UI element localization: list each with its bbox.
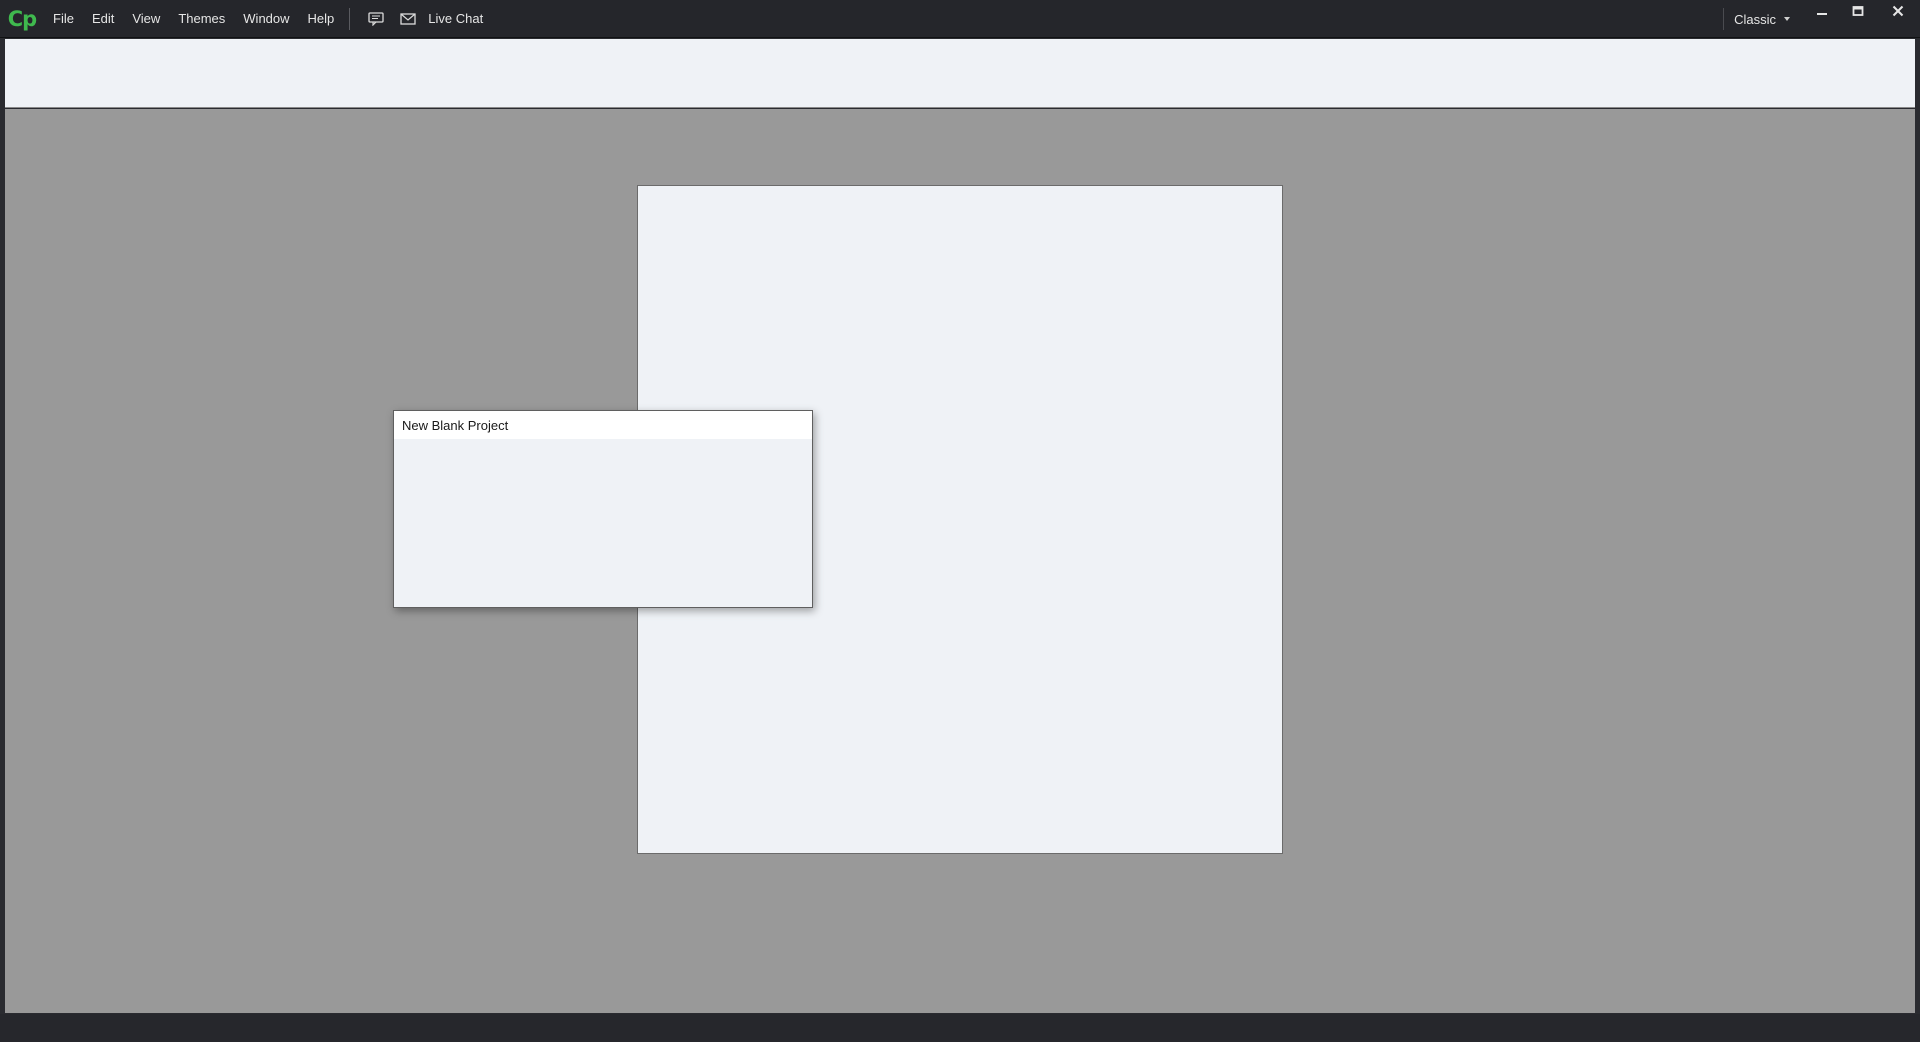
app-window: Cp File Edit View Themes Window Help Liv… [0,0,1920,1042]
toolbar-panel [5,39,1915,108]
menu-separator [349,7,351,30]
status-bar [0,1014,1920,1042]
dialog-title: New Blank Project [394,411,812,439]
maximize-icon[interactable] [1840,0,1876,22]
chevron-down-icon [1784,17,1790,21]
app-logo: Cp [7,6,37,31]
menu-themes[interactable]: Themes [169,0,234,38]
minimize-icon[interactable] [1804,0,1840,22]
stage-area[interactable]: New Blank Project [5,109,1915,1013]
menu-file[interactable]: File [44,0,83,38]
new-project-dialog[interactable]: New Blank Project [393,410,813,608]
workspace-separator [1723,8,1725,30]
envelope-icon[interactable] [392,0,424,38]
close-icon[interactable] [1876,0,1920,22]
dialog-body [394,439,812,607]
workspace-label: Classic [1734,11,1776,27]
titlebar-right: Classic [1723,0,1920,38]
chat-bubble-icon[interactable] [360,0,392,38]
menu-help[interactable]: Help [299,0,344,38]
window-frame-right [1915,38,1920,1014]
menu-window[interactable]: Window [234,0,298,38]
workspace-dropdown[interactable]: Classic [1734,0,1804,38]
menu-bar: Cp File Edit View Themes Window Help Liv… [0,0,1920,38]
live-chat-link[interactable]: Live Chat [424,0,492,38]
menu-edit[interactable]: Edit [83,0,123,38]
menu-view[interactable]: View [123,0,169,38]
